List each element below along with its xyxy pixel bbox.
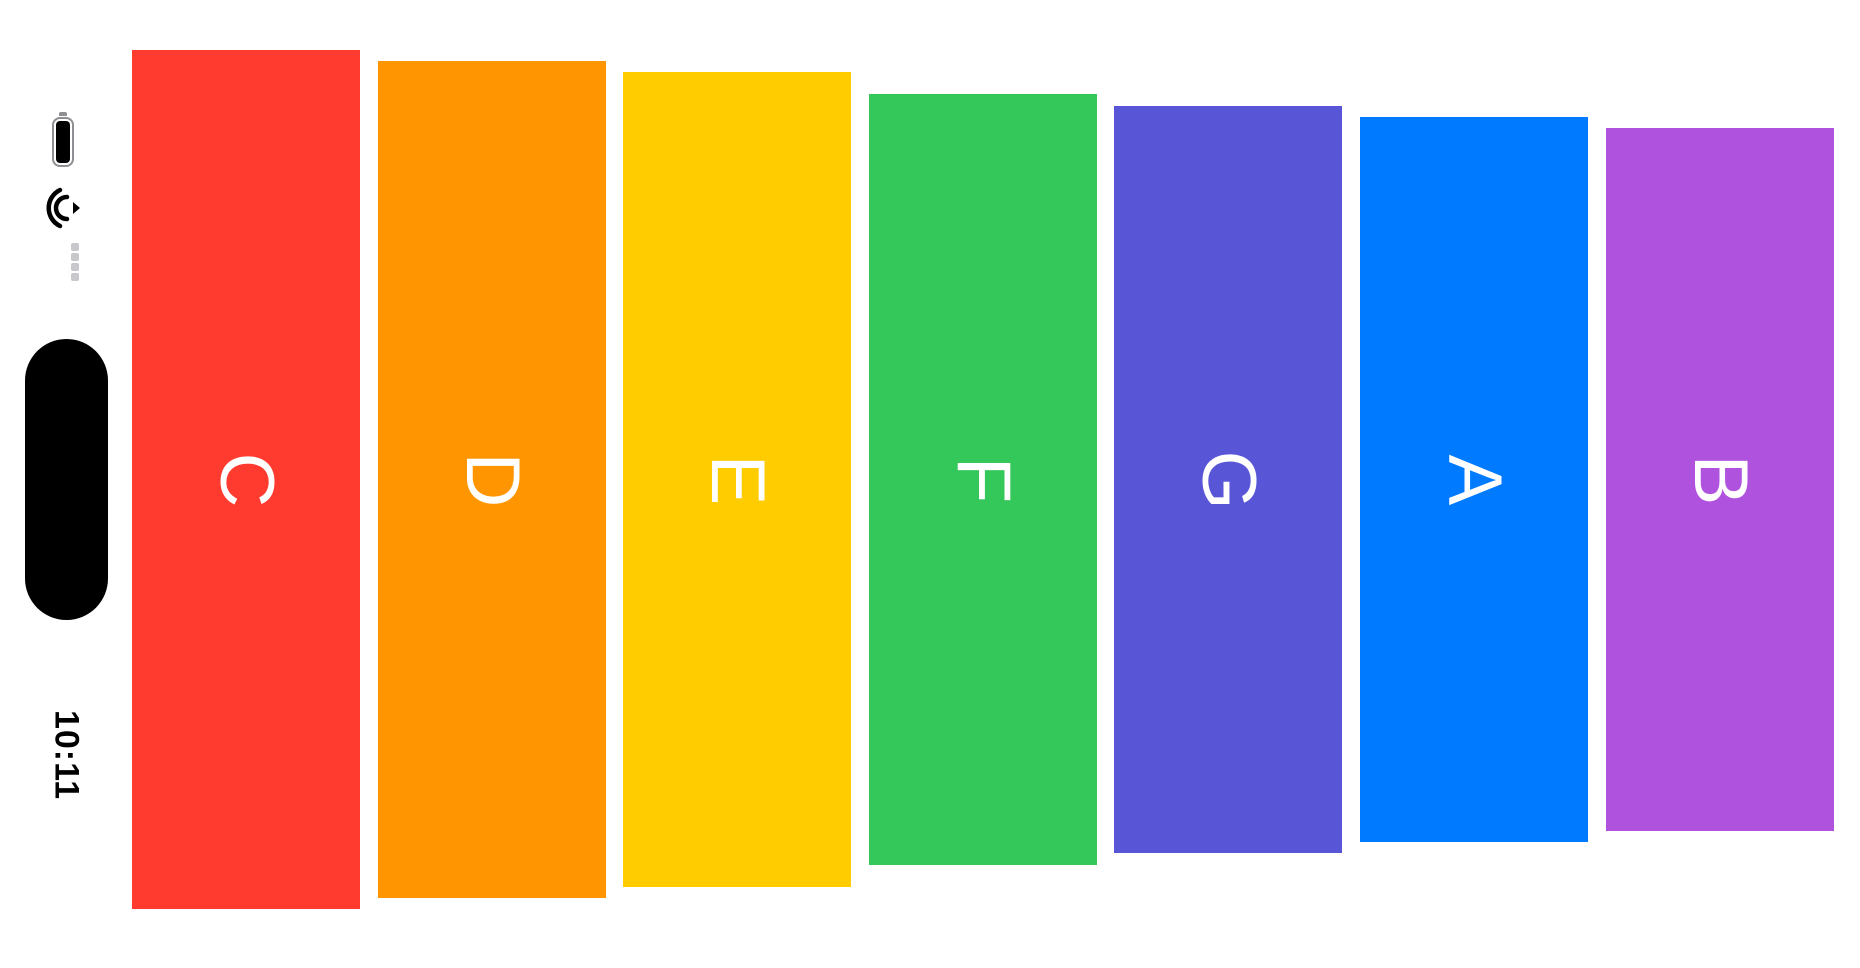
bar-label-e: E [695, 454, 780, 505]
status-time: 10:11 [47, 709, 86, 801]
xylophone-bar-g[interactable]: G [1114, 106, 1342, 853]
battery-icon [52, 112, 78, 170]
dynamic-island [25, 339, 108, 620]
bar-label-a: A [1432, 454, 1517, 505]
xylophone-bar-d[interactable]: D [378, 61, 606, 898]
xylophone-bar-c[interactable]: C [132, 50, 360, 909]
xylophone-bar-f[interactable]: F [869, 94, 1097, 865]
bar-label-g: G [1186, 449, 1271, 510]
xylophone-bar-b[interactable]: B [1606, 128, 1834, 831]
bar-label-f: F [941, 456, 1026, 503]
bar-label-c: C [204, 452, 289, 507]
xylophone-bar-a[interactable]: A [1360, 117, 1588, 842]
bar-label-b: B [1678, 454, 1763, 505]
xylophone-bar-e[interactable]: E [623, 72, 851, 887]
bar-label-d: D [450, 452, 535, 507]
status-bar: 10:11 [0, 0, 130, 968]
wifi-icon [46, 187, 80, 229]
cellular-signal-icon [71, 243, 81, 289]
xylophone-screen: 10:11 C D E F G A B [0, 0, 1860, 968]
